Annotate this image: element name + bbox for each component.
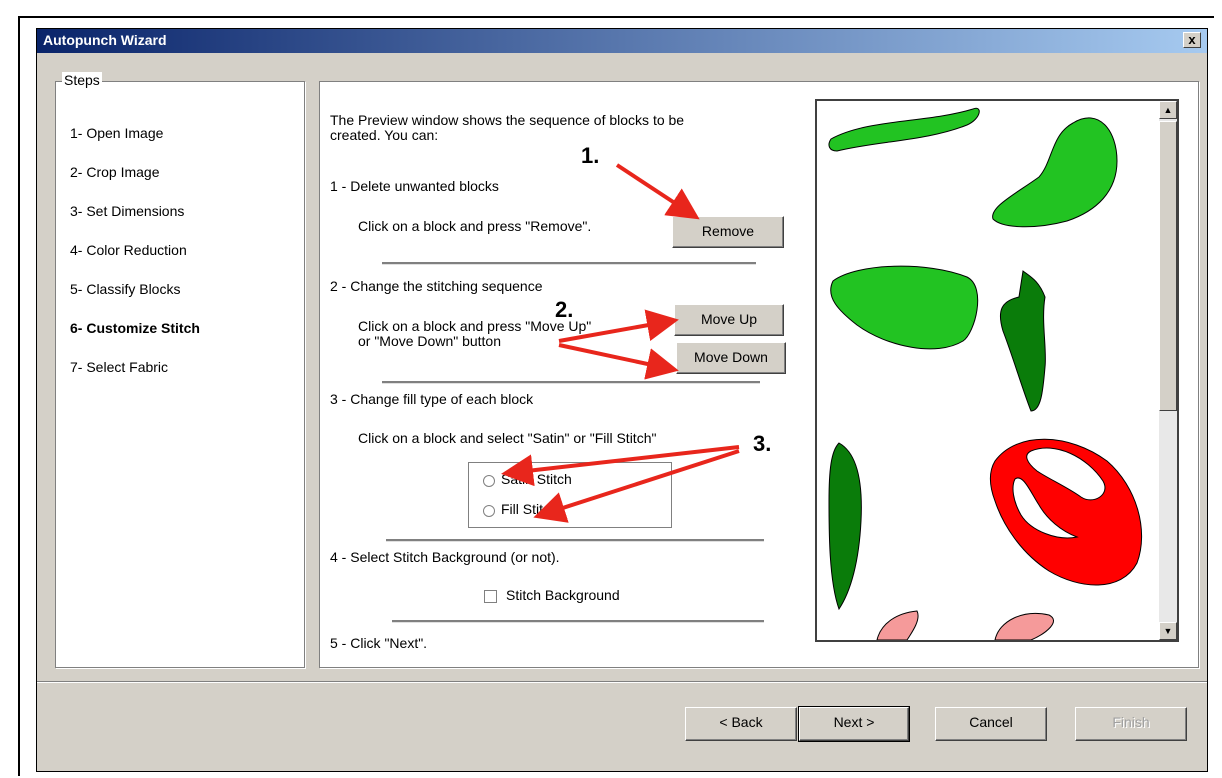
annotation-3: 3. <box>753 431 772 456</box>
footer-separator <box>37 681 1207 683</box>
back-button[interactable]: < Back <box>685 707 797 741</box>
arrow-1 <box>615 163 700 220</box>
next-button[interactable]: Next > <box>798 706 910 742</box>
arrow-3b <box>533 449 740 523</box>
annotation-1: 1. <box>581 143 600 168</box>
cancel-button[interactable]: Cancel <box>935 707 1047 741</box>
autopunch-wizard-dialog: Autopunch Wizard x Steps 1- Open Image 2… <box>36 28 1208 772</box>
arrow-2a <box>558 309 679 343</box>
arrow-3a <box>501 445 740 487</box>
annotation-2: 2. <box>555 297 574 322</box>
arrow-2b <box>558 343 679 380</box>
finish-button[interactable]: Finish <box>1075 707 1187 741</box>
annotation-arrows <box>501 163 740 523</box>
